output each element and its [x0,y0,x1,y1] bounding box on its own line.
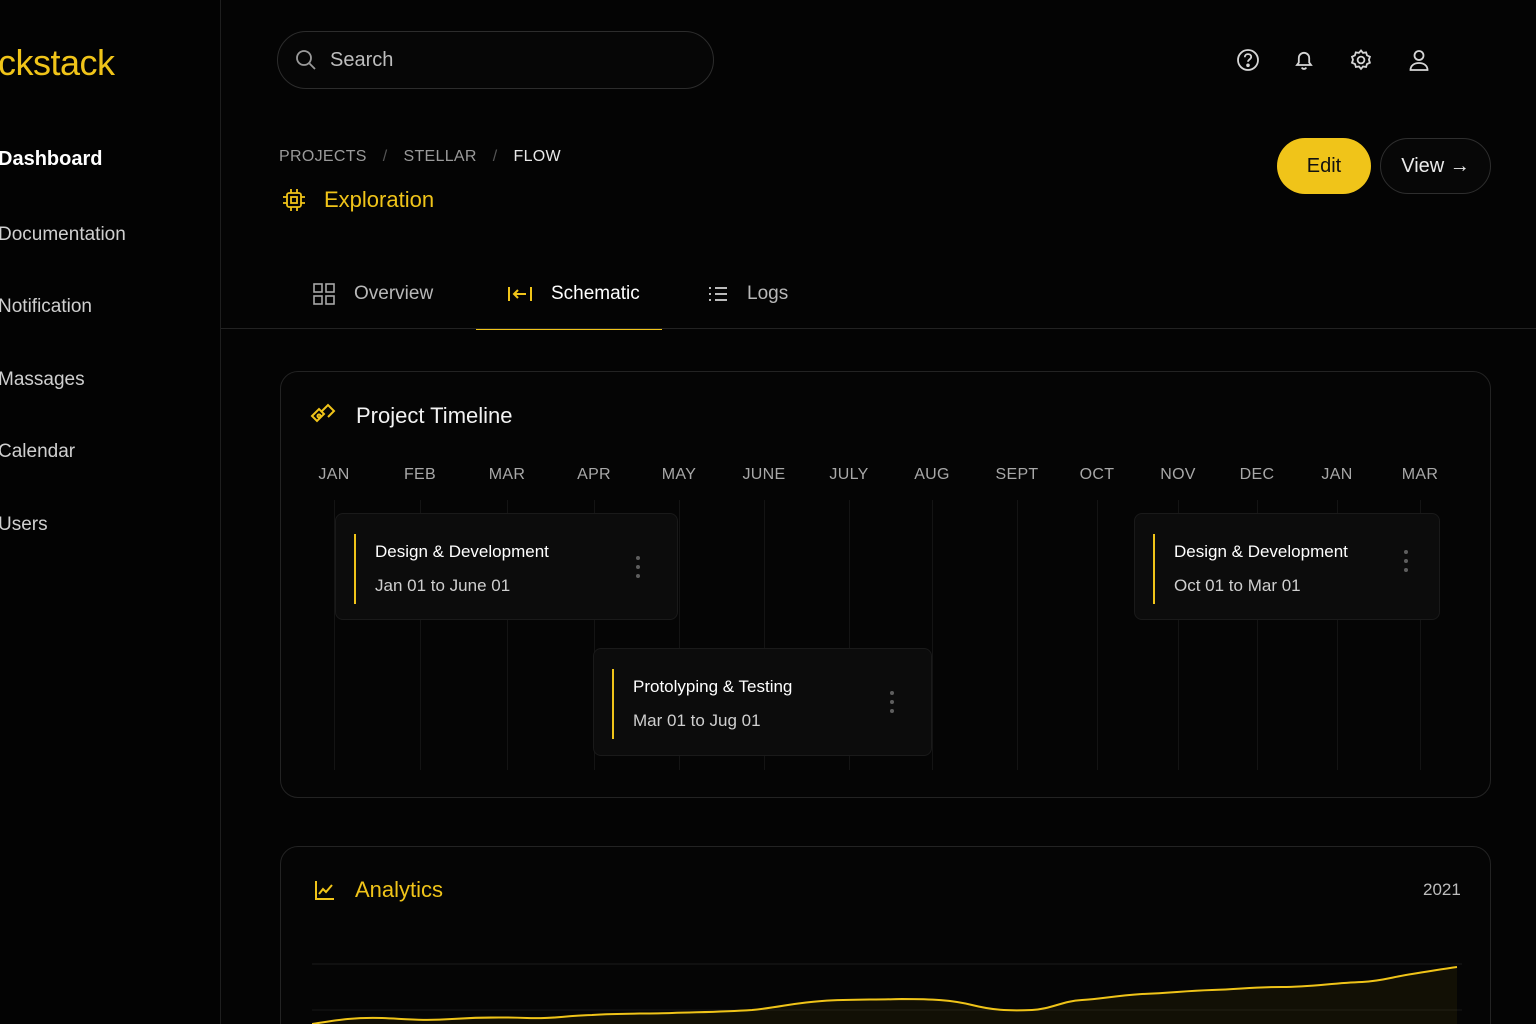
tabs-divider [221,328,1536,329]
sidebar-item-users[interactable]: Users [0,514,48,536]
more-options-icon[interactable] [635,556,641,582]
month-label: MAR [488,466,526,483]
help-icon[interactable] [1234,46,1262,74]
project-timeline-header: Project Timeline [308,403,513,429]
list-icon [709,287,727,301]
breadcrumb-flow[interactable]: FLOW [514,148,561,166]
project-timeline-title: Project Timeline [356,403,513,428]
more-options-icon[interactable] [889,691,895,717]
app: ckstack Dashboard Documentation Notifica… [0,0,1536,1024]
project-title-text: Exploration [324,187,435,212]
year-selector[interactable]: 2021 [1423,880,1461,900]
user-icon[interactable] [1405,46,1433,74]
edit-button[interactable]: Edit [1277,138,1371,194]
grid-icon [313,283,335,305]
tab-logs[interactable]: Logs [707,276,817,330]
page-title: Exploration [280,186,434,214]
collapse-left-icon [508,287,532,301]
app-logo[interactable]: ckstack [0,42,115,84]
task-accent-bar [354,534,356,604]
timeline-task[interactable]: Design & Development Oct 01 to Mar 01 [1134,513,1440,620]
sidebar-item-dashboard[interactable]: Dashboard [0,148,102,171]
tab-logs-label: Logs [747,283,789,304]
breadcrumb-projects[interactable]: PROJECTS [279,148,367,166]
task-title: Design & Development [1174,542,1348,561]
sidebar-item-calendar[interactable]: Calendar [0,441,75,463]
task-accent-bar [612,669,614,739]
sidebar-item-messages[interactable]: Massages [0,369,85,391]
line-chart-icon [315,881,334,900]
task-dates: Mar 01 to Jug 01 [633,711,761,730]
month-label: NOV [1160,466,1196,483]
tab-schematic[interactable]: Schematic [476,276,662,330]
search-bar[interactable] [277,31,714,89]
analytics-series-area [312,967,1457,1024]
breadcrumb: PROJECTS / STELLAR / FLOW [279,148,561,166]
breadcrumb-separator: / [492,148,498,165]
analytics-header: Analytics [313,877,443,903]
analytics-line-chart [312,963,1462,1024]
timeline-task[interactable]: Protolyping & Testing Mar 01 to Jug 01 [593,648,932,756]
task-accent-bar [1153,534,1155,604]
month-label: MAY [661,466,697,483]
month-gridline [1017,500,1018,770]
sidebar-item-documentation[interactable]: Documentation [0,224,126,246]
month-label: DEC [1239,466,1275,483]
view-button[interactable]: View → [1380,138,1491,194]
analytics-title: Analytics [355,877,444,902]
task-dates: Jan 01 to June 01 [375,576,511,595]
tab-overview[interactable]: Overview [312,276,452,330]
month-label: OCT [1079,466,1115,483]
breadcrumb-separator: / [382,148,388,165]
sidebar: ckstack Dashboard Documentation Notifica… [0,0,221,1024]
month-label: AUG [914,466,950,483]
task-dates: Oct 01 to Mar 01 [1174,576,1301,595]
timeline-task[interactable]: Design & Development Jan 01 to June 01 [335,513,678,620]
tab-overview-label: Overview [354,283,434,304]
search-input[interactable] [330,48,690,72]
month-label: FEB [403,466,437,483]
month-label: JAN [318,466,350,483]
month-label: MAR [1401,466,1439,483]
month-label: SEPT [995,466,1039,483]
sidebar-item-notification[interactable]: Notification [0,296,92,318]
bell-icon[interactable] [1290,46,1318,74]
month-gridline [932,500,933,770]
task-title: Design & Development [375,542,549,561]
month-label: JULY [829,466,869,483]
month-label: JUNE [742,466,786,483]
breadcrumb-stellar[interactable]: STELLAR [404,148,477,166]
gear-icon[interactable] [1347,46,1375,74]
chip-icon [283,189,305,211]
search-icon [296,50,316,70]
task-title: Protolyping & Testing [633,677,793,696]
timeline-icon [310,403,336,423]
more-options-icon[interactable] [1403,550,1409,576]
tab-schematic-label: Schematic [551,283,640,304]
month-gridline [1097,500,1098,770]
month-label: JAN [1321,466,1353,483]
month-label: APR [577,466,611,483]
